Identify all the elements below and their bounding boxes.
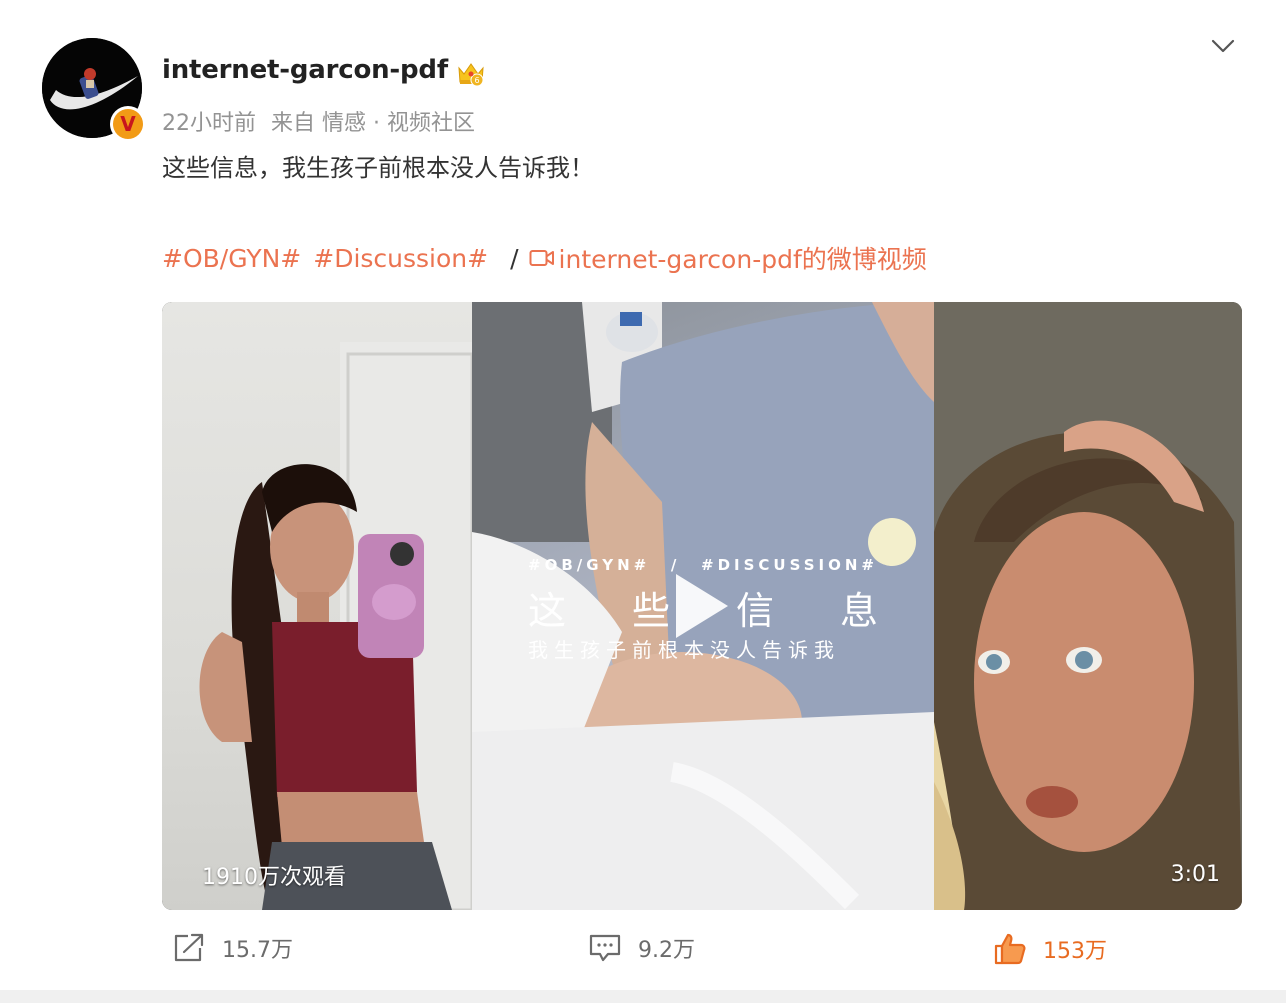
video-icon <box>529 250 554 266</box>
overlay-title-char: 息 <box>839 589 878 633</box>
comment-icon <box>589 934 621 962</box>
repost-button[interactable]: 15.7万 <box>172 932 293 964</box>
video-frame-left <box>162 302 472 910</box>
frame-illustration-right <box>934 302 1242 910</box>
view-count: 1910万次观看 <box>202 865 346 890</box>
post-meta: 22小时前 来自 情感 · 视频社区 <box>162 105 483 137</box>
video-frame-right <box>934 302 1242 910</box>
video-link[interactable]: internet-garcon-pdf的微博视频 <box>559 240 927 276</box>
overlay-title-char: 信 <box>735 589 774 633</box>
chevron-down-icon[interactable] <box>1208 34 1238 58</box>
repost-count: 15.7万 <box>222 938 293 963</box>
verified-icon: V <box>110 106 146 142</box>
video-player[interactable]: #OB/GYN# / #DISCUSSION# 这 些 信 息 我生孩子前根本没… <box>162 302 1242 910</box>
comment-button[interactable]: 9.2万 <box>588 932 695 964</box>
tag-obgyn[interactable]: #OB/GYN# <box>162 244 301 273</box>
comment-count: 9.2万 <box>638 938 695 963</box>
tag-separator: / <box>510 243 519 273</box>
like-icon <box>994 933 1026 965</box>
username[interactable]: internet-garcon-pdf <box>162 55 448 85</box>
overlay-title-char: 这 <box>528 589 567 633</box>
post-source: 来自 情感 · 视频社区 <box>271 111 475 136</box>
post-time[interactable]: 22小时前 <box>162 111 256 136</box>
overlay-tag-obgyn: #OB/GYN# <box>528 556 651 574</box>
post-text: 这些信息，我生孩子前根本没人告诉我！ <box>162 154 594 182</box>
weibo-post-card: V internet-garcon-pdf 6 22小时前 来自 情感 · 视频… <box>0 0 1286 990</box>
crown-icon: 6 <box>458 63 484 87</box>
repost-icon <box>174 933 204 962</box>
frame-illustration-left <box>199 342 472 910</box>
overlay-title-char: 些 <box>631 589 670 633</box>
svg-text:6: 6 <box>474 76 479 85</box>
video-duration: 3:01 <box>1170 862 1220 887</box>
tag-discussion[interactable]: #Discussion# <box>313 244 488 273</box>
like-button[interactable]: 153万 <box>993 932 1107 966</box>
post-tags: #OB/GYN# #Discussion# / internet-garcon-… <box>162 240 927 276</box>
play-icon[interactable] <box>670 570 732 642</box>
like-count: 153万 <box>1043 939 1107 964</box>
